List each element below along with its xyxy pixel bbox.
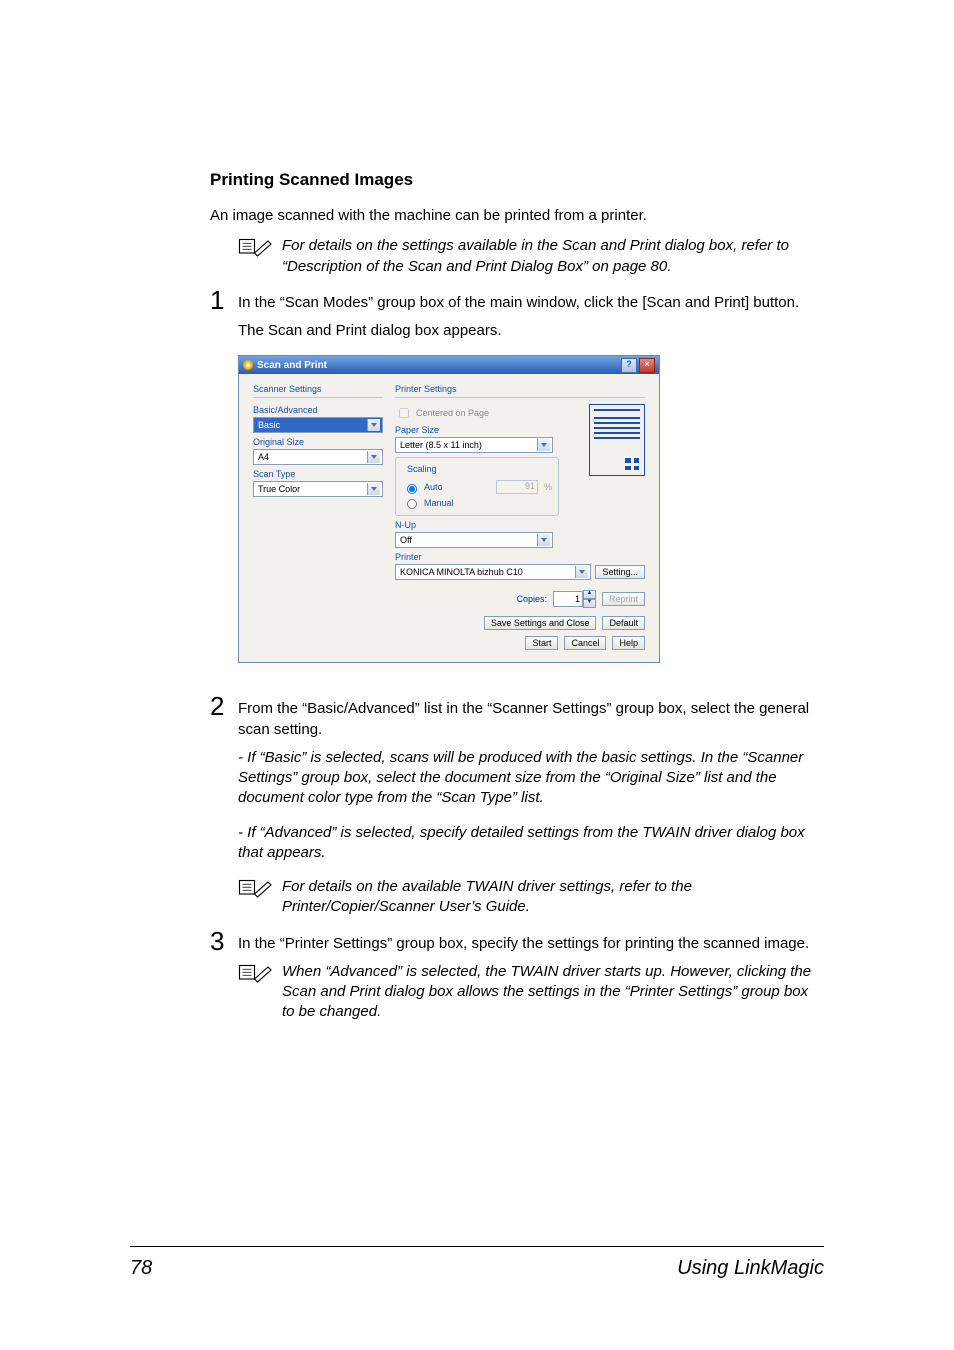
step-1-subtext: The Scan and Print dialog box appears. — [238, 321, 824, 341]
step-1-number: 1 — [210, 287, 228, 313]
dialog-title: Scan and Print — [257, 360, 327, 371]
step-2-sub-b: - If “Advanced” is selected, specify det… — [238, 823, 824, 864]
nup-combo[interactable]: Off — [395, 532, 553, 548]
note-3: When “Advanced” is selected, the TWAIN d… — [238, 962, 824, 1023]
note-1: For details on the settings available in… — [238, 236, 824, 277]
printer-combo[interactable]: KONICA MINOLTA bizhub C10 — [395, 564, 591, 580]
note-icon — [238, 962, 274, 989]
original-size-combo[interactable]: A4 — [253, 449, 383, 465]
reprint-button[interactable]: Reprint — [602, 592, 645, 606]
printer-value: KONICA MINOLTA bizhub C10 — [400, 567, 523, 577]
spinner-up[interactable]: ▲ — [583, 590, 596, 599]
original-size-value: A4 — [258, 452, 269, 462]
note-icon — [238, 877, 274, 904]
footer-section-title: Using LinkMagic — [677, 1257, 824, 1280]
copies-label: Copies: — [516, 594, 547, 604]
printer-label: Printer — [395, 552, 645, 562]
chevron-down-icon — [367, 419, 380, 431]
scanner-settings-label: Scanner Settings — [253, 384, 383, 394]
page-footer: 78 Using LinkMagic — [130, 1246, 824, 1280]
scaling-legend: Scaling — [404, 464, 440, 474]
note-3-text: When “Advanced” is selected, the TWAIN d… — [282, 962, 824, 1023]
step-2-sub-a: - If “Basic” is selected, scans will be … — [238, 748, 824, 809]
scaling-manual-radio[interactable] — [407, 499, 417, 509]
save-settings-close-button[interactable]: Save Settings and Close — [484, 616, 597, 630]
dialog-close-button[interactable]: × — [639, 358, 655, 373]
step-3-body: In the “Printer Settings” group box, spe… — [238, 928, 809, 954]
chevron-down-icon — [537, 439, 550, 451]
chevron-down-icon — [367, 483, 380, 495]
basic-advanced-combo[interactable]: Basic — [253, 417, 383, 433]
default-button[interactable]: Default — [602, 616, 645, 630]
scaling-fieldset: Scaling Auto 91 % Manual — [395, 457, 559, 516]
nup-label: N-Up — [395, 520, 645, 530]
note-icon — [238, 236, 274, 263]
step-1-body: In the “Scan Modes” group box of the mai… — [238, 287, 799, 313]
centered-checkbox-input[interactable] — [399, 408, 409, 418]
scaling-manual-label: Manual — [424, 498, 454, 508]
step-2-number: 2 — [210, 693, 228, 719]
original-size-label: Original Size — [253, 437, 383, 447]
cancel-button[interactable]: Cancel — [564, 636, 606, 650]
footer-page-number: 78 — [130, 1257, 152, 1280]
section-heading: Printing Scanned Images — [210, 170, 824, 190]
scaling-auto-label: Auto — [424, 482, 443, 492]
intro-paragraph: An image scanned with the machine can be… — [210, 206, 824, 226]
note-1-text: For details on the settings available in… — [282, 236, 824, 277]
centered-label: Centered on Page — [416, 408, 489, 418]
page-preview-thumbnail — [589, 404, 645, 476]
basic-advanced-value: Basic — [258, 420, 280, 430]
dialog-help-button[interactable]: ? — [621, 358, 637, 373]
scan-and-print-dialog: Scan and Print ? × Scanner Settings Basi… — [238, 355, 660, 663]
scan-type-value: True Color — [258, 484, 300, 494]
dialog-app-icon — [243, 360, 253, 370]
paper-size-value: Letter (8.5 x 11 inch) — [400, 440, 482, 450]
scaling-auto-radio[interactable] — [407, 484, 417, 494]
scaling-percent-field[interactable]: 91 — [496, 480, 538, 494]
step-1: 1 In the “Scan Modes” group box of the m… — [210, 287, 824, 313]
copies-input[interactable] — [553, 591, 583, 607]
chevron-down-icon — [537, 534, 550, 546]
note-2-text: For details on the available TWAIN drive… — [282, 877, 824, 918]
paper-size-combo[interactable]: Letter (8.5 x 11 inch) — [395, 437, 553, 453]
printer-settings-label: Printer Settings — [395, 384, 645, 394]
page: Printing Scanned Images An image scanned… — [0, 0, 954, 1350]
start-button[interactable]: Start — [525, 636, 558, 650]
step-3: 3 In the “Printer Settings” group box, s… — [210, 928, 824, 954]
step-2-body: From the “Basic/Advanced” list in the “S… — [238, 693, 824, 740]
copies-spinner[interactable]: ▲▼ — [553, 590, 596, 608]
dialog-body: Scanner Settings Basic/Advanced Basic Or… — [239, 374, 659, 662]
printer-setting-button[interactable]: Setting... — [595, 565, 645, 579]
chevron-down-icon — [575, 566, 588, 578]
help-button[interactable]: Help — [612, 636, 645, 650]
chevron-down-icon — [367, 451, 380, 463]
note-2: For details on the available TWAIN drive… — [238, 877, 824, 918]
scan-type-label: Scan Type — [253, 469, 383, 479]
scan-type-combo[interactable]: True Color — [253, 481, 383, 497]
dialog-titlebar: Scan and Print ? × — [239, 356, 659, 374]
basic-advanced-label: Basic/Advanced — [253, 405, 383, 415]
percent-suffix: % — [544, 482, 552, 492]
spinner-down[interactable]: ▼ — [583, 599, 596, 608]
step-2: 2 From the “Basic/Advanced” list in the … — [210, 693, 824, 740]
step-3-number: 3 — [210, 928, 228, 954]
nup-value: Off — [400, 535, 412, 545]
